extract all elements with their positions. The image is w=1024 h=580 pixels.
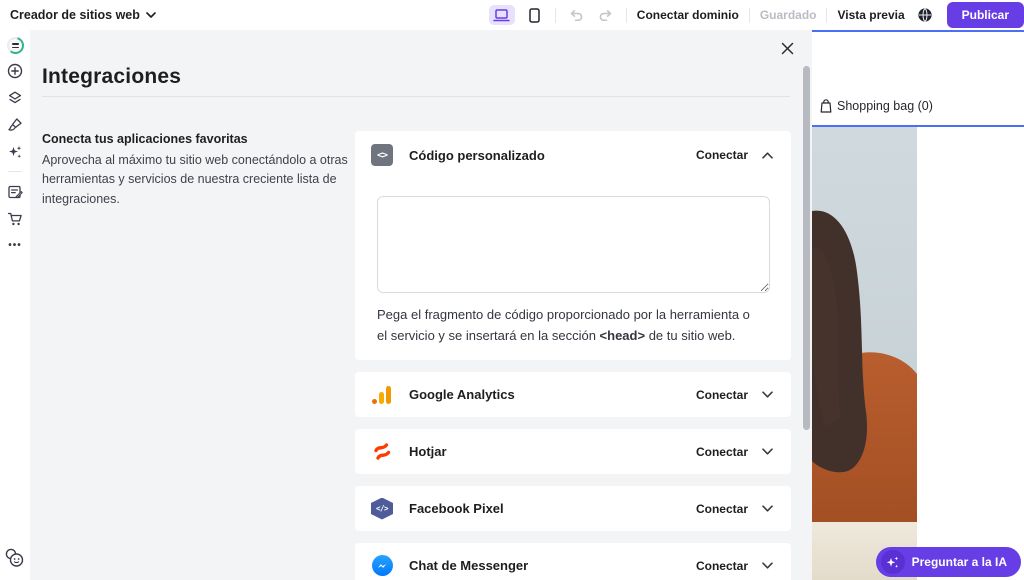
custom-code-icon: <> [371, 144, 393, 166]
sidebar-item-store[interactable] [0, 205, 30, 232]
blog-edit-icon [7, 184, 23, 200]
intro-body: Aprovecha al máximo tu sitio web conectá… [42, 151, 352, 209]
sidebar-item-add-element[interactable] [0, 57, 30, 84]
sparkles-icon [881, 550, 905, 574]
page-title: Integraciones [42, 65, 181, 89]
preview-button[interactable]: Vista previa [837, 8, 904, 22]
ask-ai-button[interactable]: Preguntar a la IA [876, 547, 1021, 577]
connect-button[interactable]: Conectar [696, 502, 748, 516]
logo-icon [7, 37, 24, 54]
integration-card-custom-code: <> Código personalizado Conectar Pega el… [355, 131, 791, 360]
desktop-view-button[interactable] [489, 5, 515, 25]
chevron-down-icon[interactable] [762, 505, 773, 512]
add-circle-icon [7, 63, 23, 79]
integration-row-hotjar[interactable]: Hotjar Conectar [355, 429, 791, 474]
chevron-down-icon[interactable] [762, 391, 773, 398]
sidebar-item-ai-tools[interactable] [0, 138, 30, 165]
mobile-view-button[interactable] [525, 5, 545, 25]
integration-name: Código personalizado [409, 148, 545, 163]
saved-status: Guardado [760, 8, 817, 22]
integration-card-facebook-pixel: </> Facebook Pixel Conectar [355, 486, 791, 531]
integration-row-messenger[interactable]: Chat de Messenger Conectar [355, 543, 791, 580]
site-canvas[interactable]: Shopping bag (0) [812, 30, 1024, 580]
ask-ai-label: Preguntar a la IA [912, 555, 1007, 569]
sidebar-item-blog[interactable] [0, 178, 30, 205]
chevron-up-icon[interactable] [762, 152, 773, 159]
custom-code-textarea[interactable] [377, 196, 770, 293]
connect-button[interactable]: Conectar [696, 388, 748, 402]
sidebar-item-more[interactable]: ••• [0, 232, 30, 259]
intro-text: Conecta tus aplicaciones favoritas Aprov… [42, 132, 352, 209]
top-toolbar: Creador de sitios web Conectar dominio G… [0, 0, 1024, 30]
shopping-cart-icon [7, 211, 24, 227]
connect-button[interactable]: Conectar [696, 148, 748, 162]
desktop-icon [493, 9, 510, 22]
site-header-section[interactable]: Shopping bag (0) [812, 30, 1024, 127]
site-page-background [917, 127, 1024, 580]
connect-domain-button[interactable]: Conectar dominio [637, 8, 739, 22]
integration-name: Facebook Pixel [409, 501, 504, 516]
shopping-bag-label: Shopping bag (0) [837, 99, 933, 113]
sidebar-divider [8, 171, 22, 172]
integration-row-facebook-pixel[interactable]: </> Facebook Pixel Conectar [355, 486, 791, 531]
chevron-down-icon [146, 12, 156, 18]
undo-button[interactable] [566, 5, 586, 25]
intro-heading: Conecta tus aplicaciones favoritas [42, 132, 352, 146]
hero-photo [812, 127, 917, 522]
integrations-panel: Integraciones Conecta tus aplicaciones f… [30, 30, 812, 580]
builder-sidebar: ••• [0, 30, 30, 580]
chevron-down-icon[interactable] [762, 448, 773, 455]
toolbar-separator [626, 8, 627, 23]
sidebar-item-website-style[interactable] [0, 111, 30, 138]
integration-name: Hotjar [409, 444, 447, 459]
more-dots-icon: ••• [8, 240, 22, 251]
integration-name: Chat de Messenger [409, 558, 528, 573]
panel-scrollbar[interactable] [803, 66, 810, 430]
hotjar-icon [373, 442, 392, 461]
messenger-icon [372, 555, 393, 576]
shopping-bag-icon [820, 99, 832, 113]
toolbar-separator [555, 8, 556, 23]
paintbrush-icon [7, 117, 23, 133]
language-globe-button[interactable] [915, 5, 935, 25]
builder-menu-label: Creador de sitios web [10, 8, 140, 22]
integration-card-messenger: Chat de Messenger Conectar [355, 543, 791, 580]
globe-icon [917, 7, 933, 23]
builder-logo[interactable] [0, 30, 30, 57]
close-button[interactable] [778, 39, 796, 57]
integration-card-google-analytics: Google Analytics Conectar [355, 372, 791, 417]
toolbar-separator [749, 8, 750, 23]
chevron-down-icon[interactable] [762, 562, 773, 569]
integration-row-google-analytics[interactable]: Google Analytics Conectar [355, 372, 791, 417]
toolbar-actions: Conectar dominio Guardado Vista previa P… [489, 0, 1024, 30]
shopping-bag-link[interactable]: Shopping bag (0) [820, 99, 933, 113]
connect-button[interactable]: Conectar [696, 559, 748, 573]
sparkles-icon [7, 144, 23, 160]
custom-code-help-text: Pega el fragmento de código proporcionad… [377, 304, 757, 346]
layers-icon [7, 90, 23, 106]
builder-menu[interactable]: Creador de sitios web [10, 0, 156, 30]
sidebar-item-sections[interactable] [0, 84, 30, 111]
title-divider [42, 96, 790, 97]
accessibility-widget-icon[interactable] [4, 547, 26, 574]
connect-button[interactable]: Conectar [696, 445, 748, 459]
undo-icon [569, 9, 583, 21]
integration-card-hotjar: Hotjar Conectar [355, 429, 791, 474]
facebook-pixel-icon: </> [371, 498, 393, 520]
integration-name: Google Analytics [409, 387, 515, 402]
publish-button[interactable]: Publicar [947, 2, 1024, 28]
redo-button[interactable] [596, 5, 616, 25]
google-analytics-icon [372, 386, 392, 404]
redo-icon [599, 9, 613, 21]
integrations-list: <> Código personalizado Conectar Pega el… [355, 131, 791, 580]
integration-row-custom-code[interactable]: <> Código personalizado Conectar [355, 131, 791, 179]
close-icon [781, 42, 794, 55]
toolbar-separator [826, 8, 827, 23]
mobile-icon [529, 8, 540, 23]
